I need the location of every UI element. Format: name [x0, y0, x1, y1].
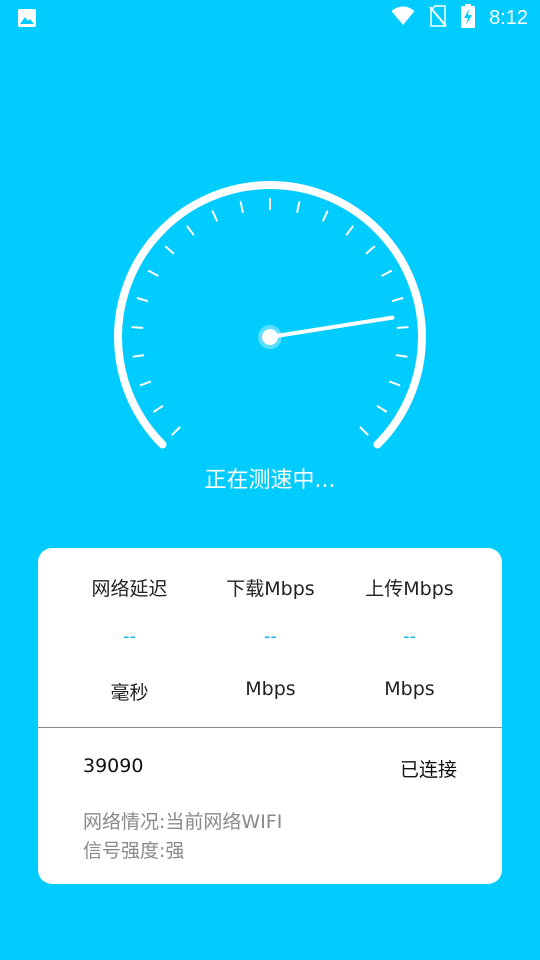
image-icon — [17, 8, 37, 28]
gauge-arc — [114, 181, 426, 449]
no-sim-icon — [429, 5, 447, 31]
latency-value: -- — [123, 626, 136, 647]
gauge-tick — [211, 210, 218, 222]
upload-unit: Mbps — [384, 678, 435, 700]
divider — [38, 727, 502, 728]
gauge-tick — [164, 245, 175, 255]
status-time: 8:12 — [489, 6, 528, 29]
gauge-tick — [365, 245, 376, 255]
gauge-tick — [345, 225, 354, 236]
gauge-tick — [322, 210, 329, 222]
gauge-tick — [132, 354, 145, 358]
upload-title: 上传Mbps — [365, 578, 454, 600]
gauge-tick — [396, 326, 409, 329]
gauge-ticks — [131, 198, 409, 436]
download-unit: Mbps — [245, 678, 296, 700]
connection-status: 已连接 — [399, 759, 457, 781]
gauge-tick — [381, 269, 393, 277]
results-card: 网络延迟 -- 毫秒 下载Mbps -- Mbps 上传Mbps -- Mbps… — [38, 548, 502, 884]
wifi-icon — [391, 6, 415, 30]
gauge-hub — [262, 329, 278, 345]
speed-test-status: 正在测速中... — [204, 468, 336, 493]
gauge-tick — [136, 297, 149, 302]
gauge-tick — [239, 201, 244, 213]
gauge-tick — [147, 269, 159, 277]
upload-value: -- — [403, 626, 416, 647]
download-title: 下载Mbps — [226, 578, 315, 600]
signal-strength: 信号强度:强 — [83, 840, 185, 862]
status-bar: 8:12 — [0, 0, 540, 36]
battery-charging-icon — [461, 4, 476, 32]
download-value: -- — [264, 626, 277, 647]
gauge-tick — [186, 225, 195, 236]
gauge-tick — [296, 201, 301, 213]
gauge-tick — [388, 380, 401, 387]
gauge-needle — [268, 315, 395, 339]
network-status: 网络情况:当前网络WIFI — [83, 811, 283, 833]
speedometer-gauge — [114, 181, 426, 449]
gauge-tick — [131, 326, 144, 329]
latency-title: 网络延迟 — [91, 578, 168, 600]
gauge-tick — [359, 426, 369, 436]
latency-unit: 毫秒 — [110, 682, 149, 704]
gauge-tick — [391, 297, 404, 302]
gauge-tick — [171, 426, 181, 436]
gauge-tick — [395, 354, 408, 358]
port-number: 39090 — [83, 755, 144, 777]
gauge-tick — [139, 380, 152, 387]
gauge-tick — [376, 405, 388, 413]
gauge-tick — [152, 405, 164, 413]
